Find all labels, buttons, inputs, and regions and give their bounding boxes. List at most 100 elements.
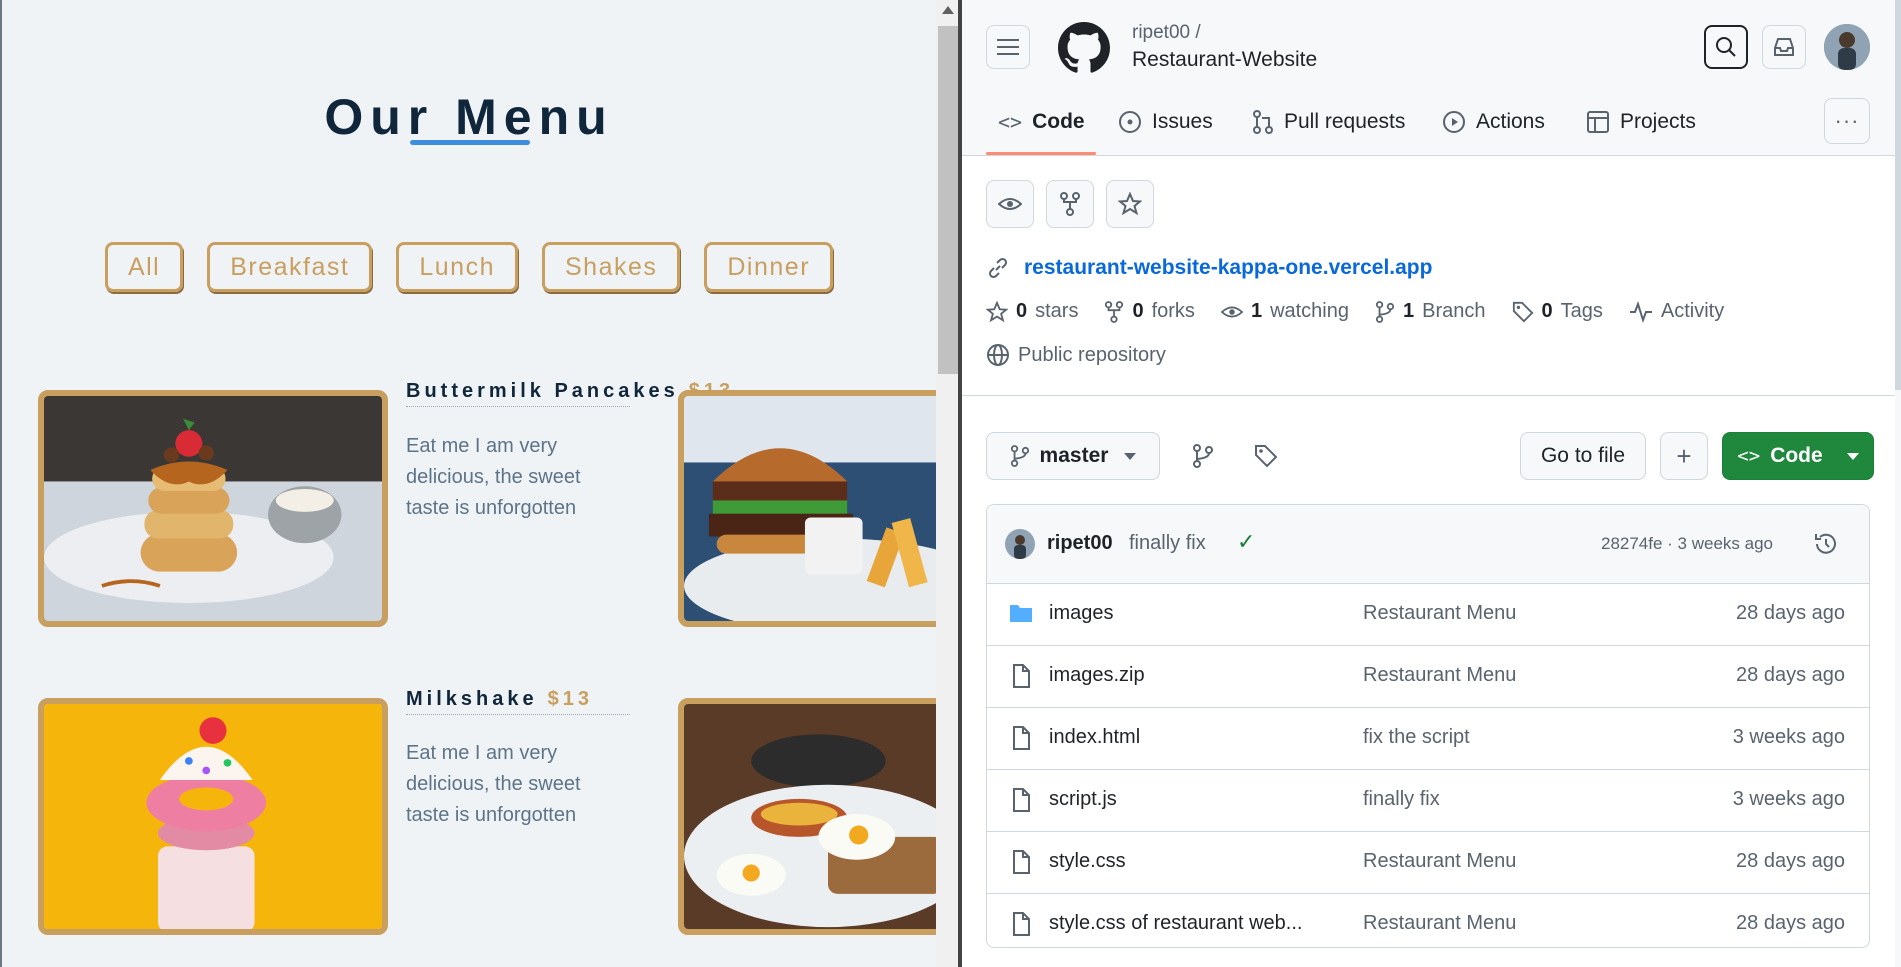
table-row[interactable]: style.css Restaurant Menu 28 days ago xyxy=(987,832,1869,894)
filter-breakfast-button[interactable]: Breakfast xyxy=(207,242,373,292)
check-icon: ✓ xyxy=(1237,529,1256,554)
commit-author-avatar[interactable] xyxy=(1005,529,1035,559)
file-commit-message[interactable]: Restaurant Menu xyxy=(1363,912,1516,935)
tags-icon[interactable] xyxy=(1254,444,1278,473)
avatar[interactable] xyxy=(1824,24,1870,70)
search-button[interactable] xyxy=(1704,25,1748,69)
file-icon xyxy=(1009,726,1033,756)
tag-icon xyxy=(1512,301,1533,322)
forks-link[interactable]: 0 forks xyxy=(1104,300,1195,323)
forks-count: 0 xyxy=(1132,300,1144,322)
left-scrollbar[interactable] xyxy=(936,0,958,967)
branches-icon[interactable] xyxy=(1192,444,1214,473)
scrollbar-thumb[interactable] xyxy=(1895,0,1901,390)
branch-select-button[interactable]: master xyxy=(986,432,1160,480)
file-commit-message[interactable]: Restaurant Menu xyxy=(1363,602,1516,625)
code-button-label: Code xyxy=(1770,444,1823,467)
tab-projects[interactable]: Projects xyxy=(1586,104,1696,140)
scroll-up-arrow-icon[interactable] xyxy=(942,6,954,14)
hamburger-menu-button[interactable] xyxy=(986,25,1030,69)
table-row[interactable]: style.css of restaurant web... Restauran… xyxy=(987,894,1869,947)
commit-hash-time[interactable]: 28274fe · 3 weeks ago xyxy=(1601,534,1773,554)
more-tabs-button[interactable]: ··· xyxy=(1824,98,1870,144)
star-button[interactable] xyxy=(1106,180,1154,228)
eye-icon xyxy=(1220,306,1243,317)
filter-shakes-button[interactable]: Shakes xyxy=(541,242,681,292)
code-dropdown-button[interactable]: <> Code xyxy=(1722,432,1874,480)
filter-lunch-button[interactable]: Lunch xyxy=(396,242,518,292)
repo-meta: 0 stars 0 forks 1 watching 1 Branch 0 Tags Ac… xyxy=(986,300,1724,323)
visibility-label: Public repository xyxy=(1018,343,1166,366)
file-name[interactable]: script.js xyxy=(1049,788,1117,811)
restaurant-page: Our Menu All Breakfast Lunch Shakes Dinn… xyxy=(0,0,958,967)
pancakes-image xyxy=(38,390,388,627)
commit-author[interactable]: ripet00 xyxy=(1047,532,1113,555)
file-name[interactable]: images.zip xyxy=(1049,664,1145,687)
add-file-button[interactable]: + xyxy=(1660,432,1708,480)
activity-link[interactable]: Activity xyxy=(1629,300,1724,323)
file-commit-message[interactable]: Restaurant Menu xyxy=(1363,850,1516,873)
stars-link[interactable]: 0 stars xyxy=(986,300,1078,323)
milkshake-description: Eat me I am very delicious, the sweet ta… xyxy=(406,742,581,826)
repo-name-link[interactable]: Restaurant-Website xyxy=(1132,48,1317,72)
scrollbar-thumb[interactable] xyxy=(938,26,958,374)
milkshake-image xyxy=(38,698,388,935)
activity-label: Activity xyxy=(1660,300,1725,322)
menu-title: Our Menu xyxy=(324,89,614,145)
link-icon xyxy=(986,256,1010,285)
file-icon xyxy=(1009,912,1033,942)
file-date: 28 days ago xyxy=(1736,912,1845,934)
pancakes-description: Eat me I am very delicious, the sweet ta… xyxy=(406,435,581,519)
file-icon xyxy=(1009,664,1033,694)
milkshake-price: $13 xyxy=(547,688,593,710)
file-name[interactable]: images xyxy=(1049,602,1113,625)
tab-issues[interactable]: Issues xyxy=(1118,104,1213,140)
caret-down-icon xyxy=(1846,452,1859,460)
section-divider xyxy=(962,395,1901,396)
tab-code[interactable]: <> Code xyxy=(998,104,1085,140)
play-icon xyxy=(1443,111,1465,133)
tab-pull-requests[interactable]: Pull requests xyxy=(1252,104,1405,140)
table-row[interactable]: images.zip Restaurant Menu 28 days ago xyxy=(987,646,1869,708)
watching-count: 1 xyxy=(1250,300,1263,322)
tags-link[interactable]: 0 Tags xyxy=(1512,300,1603,323)
file-commit-message[interactable]: fix the script xyxy=(1363,726,1470,749)
file-commit-message[interactable]: Restaurant Menu xyxy=(1363,664,1516,687)
repo-owner-link[interactable]: ripet00 / xyxy=(1132,22,1201,44)
fork-icon xyxy=(1060,192,1080,216)
caret-down-icon xyxy=(1124,452,1137,460)
inbox-button[interactable] xyxy=(1762,25,1806,69)
commit-message[interactable]: finally fix xyxy=(1129,532,1206,555)
website-link[interactable]: restaurant-website-kappa-one.vercel.app xyxy=(1024,256,1432,280)
table-row[interactable]: script.js finally fix 3 weeks ago xyxy=(987,770,1869,832)
code-icon: <> xyxy=(1737,445,1761,467)
go-to-file-button[interactable]: Go to file xyxy=(1520,432,1646,480)
filter-dinner-button[interactable]: Dinner xyxy=(704,242,834,292)
branch-icon xyxy=(1010,445,1029,467)
folder-icon xyxy=(1009,602,1033,630)
file-name[interactable]: style.css xyxy=(1049,850,1126,873)
latest-commit-bar: ripet00 finally fix ✓ 28274fe · 3 weeks … xyxy=(987,505,1869,584)
file-name[interactable]: index.html xyxy=(1049,726,1140,749)
table-icon xyxy=(1587,111,1609,133)
table-row[interactable]: index.html fix the script 3 weeks ago xyxy=(987,708,1869,770)
watch-button[interactable] xyxy=(986,180,1034,228)
branch-label: Branch xyxy=(1422,300,1486,322)
fork-icon xyxy=(1105,300,1124,323)
fork-button[interactable] xyxy=(1046,180,1094,228)
github-logo-icon[interactable] xyxy=(1058,22,1110,79)
file-name[interactable]: style.css of restaurant web... xyxy=(1049,912,1302,935)
right-scrollbar[interactable] xyxy=(1895,0,1901,967)
visibility-row: Public repository xyxy=(986,343,1166,367)
watching-link[interactable]: 1 watching xyxy=(1220,300,1349,323)
github-header: ripet00 / Restaurant-Website <> Code Iss… xyxy=(962,0,1901,156)
file-commit-message[interactable]: finally fix xyxy=(1363,788,1440,811)
search-icon xyxy=(1716,37,1736,57)
tab-actions[interactable]: Actions xyxy=(1442,104,1545,140)
history-icon[interactable] xyxy=(1813,531,1839,562)
star-icon xyxy=(986,300,1008,322)
table-row[interactable]: images Restaurant Menu 28 days ago xyxy=(987,584,1869,646)
branches-link[interactable]: 1 Branch xyxy=(1375,300,1486,323)
tags-label: Tags xyxy=(1560,300,1603,322)
filter-all-button[interactable]: All xyxy=(104,242,184,292)
